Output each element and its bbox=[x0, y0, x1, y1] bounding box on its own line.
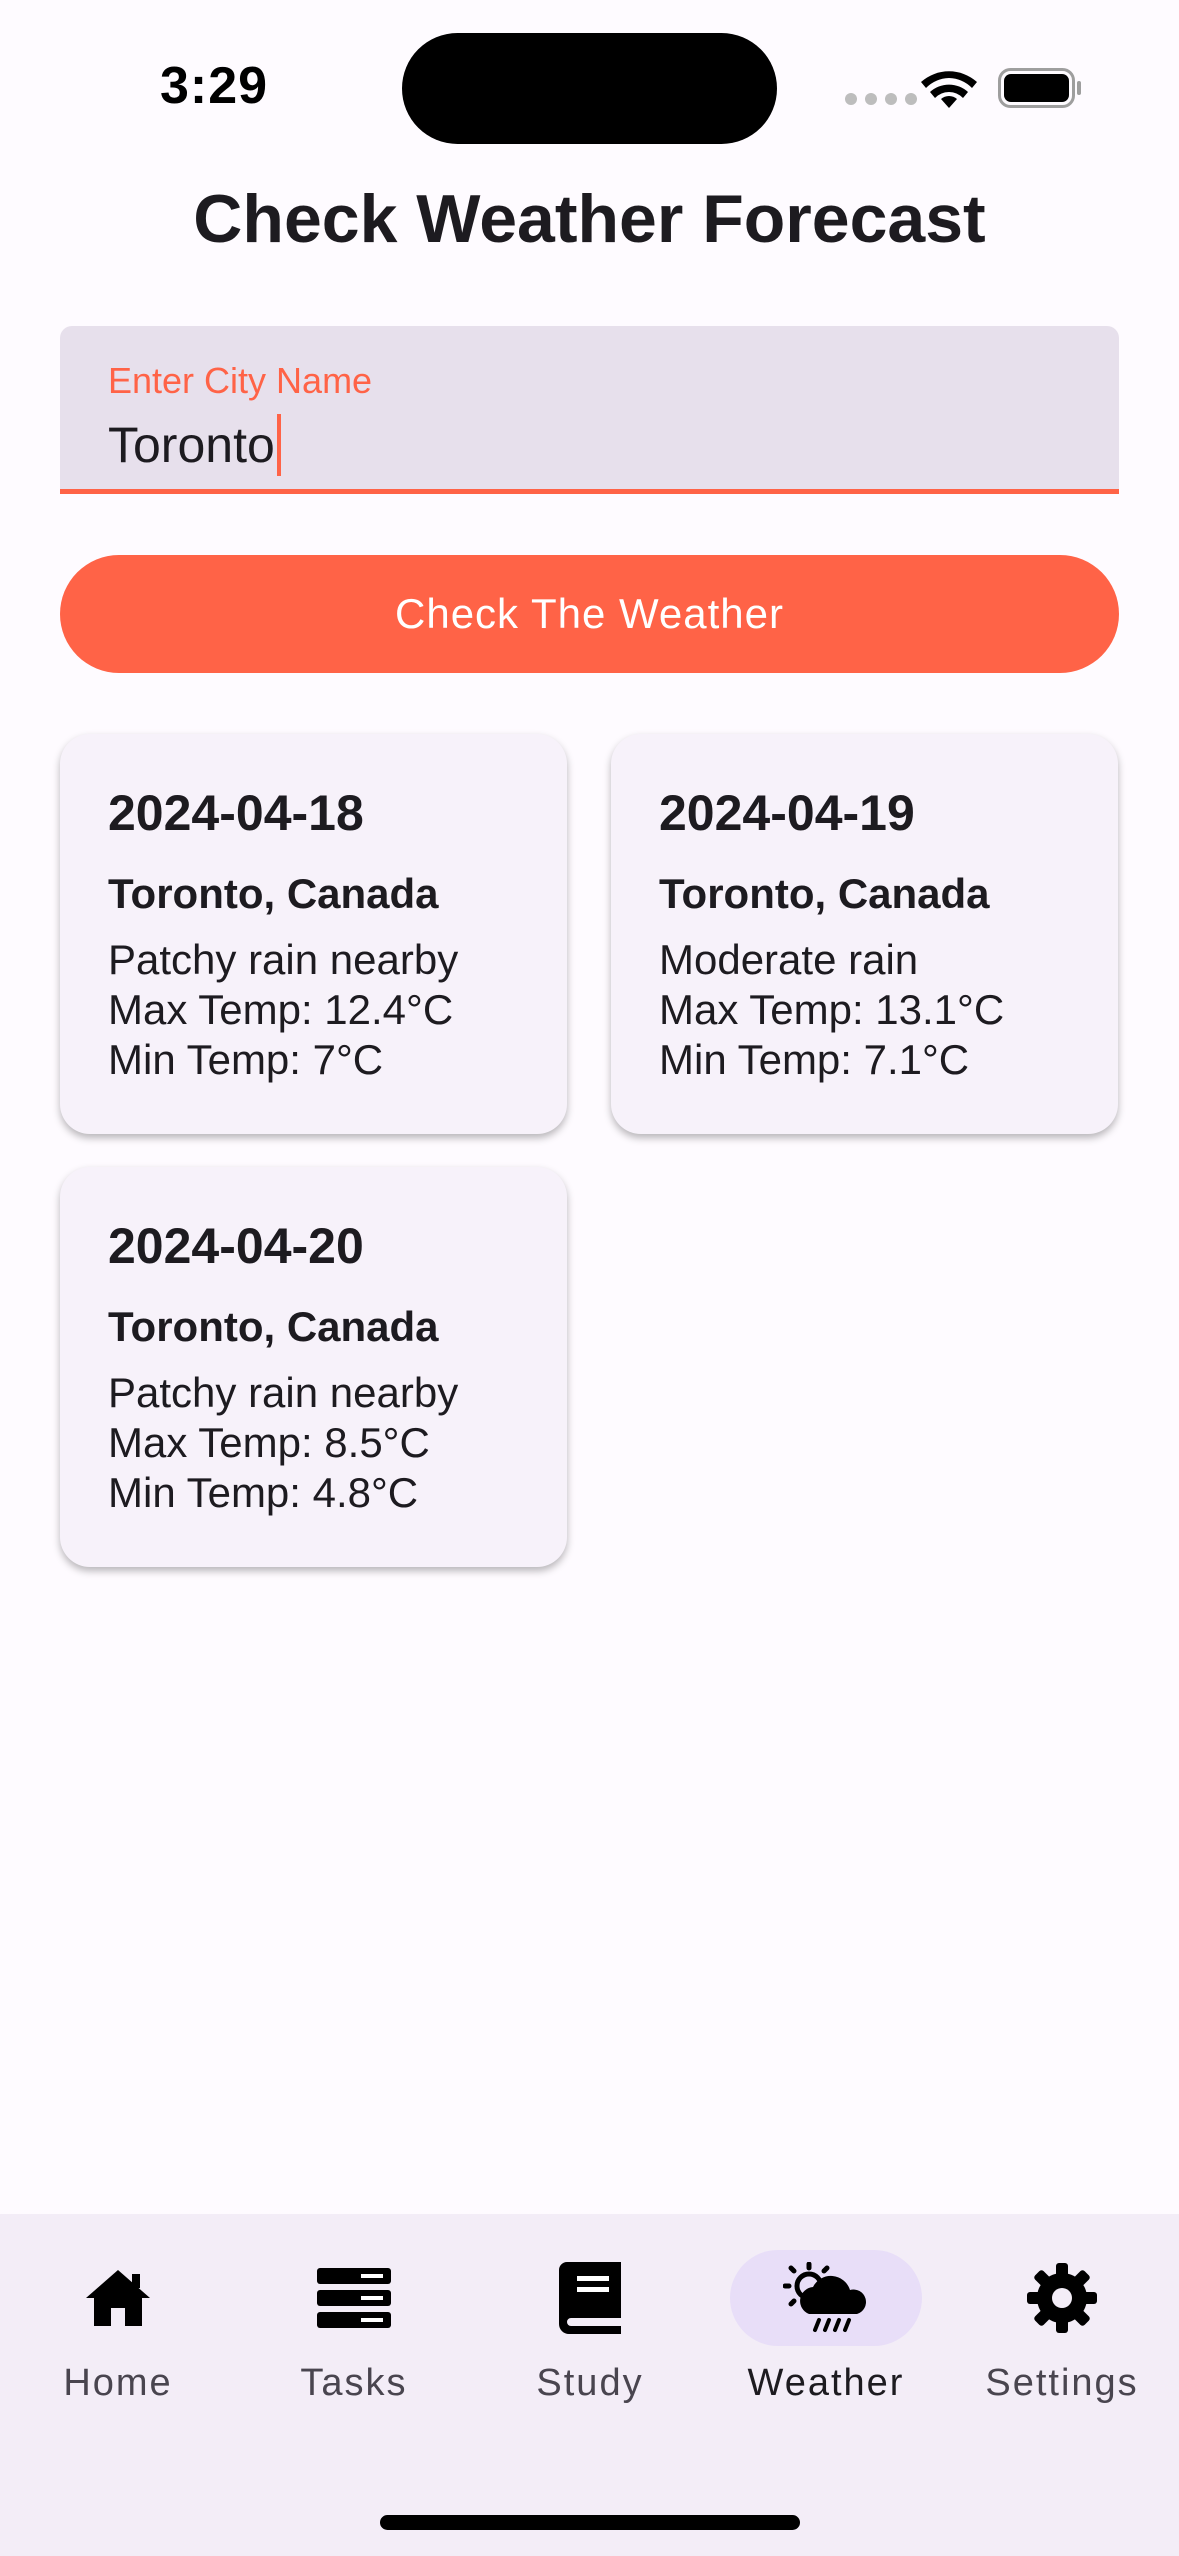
tasks-icon bbox=[317, 2268, 391, 2328]
city-name-input[interactable]: Toronto bbox=[108, 414, 281, 476]
nav-pill bbox=[966, 2250, 1158, 2346]
nav-item-weather[interactable]: Weather bbox=[708, 2214, 944, 2414]
page-title: Check Weather Forecast bbox=[193, 181, 986, 257]
forecast-max-temp: Max Temp: 12.4°C bbox=[108, 986, 454, 1033]
dynamic-island bbox=[402, 33, 777, 144]
nav-pill bbox=[494, 2250, 686, 2346]
nav-pill bbox=[22, 2250, 214, 2346]
forecast-card: 2024-04-19 Toronto, Canada Moderate rain… bbox=[611, 734, 1118, 1134]
forecast-location: Toronto, Canada bbox=[659, 870, 990, 917]
forecast-location: Toronto, Canada bbox=[108, 1303, 439, 1350]
forecast-min-temp: Min Temp: 7.1°C bbox=[659, 1036, 970, 1083]
city-name-label: Enter City Name bbox=[108, 360, 373, 401]
text-caret bbox=[276, 414, 281, 476]
nav-label: Study bbox=[536, 2362, 644, 2404]
cellular-signal-icon bbox=[845, 93, 917, 105]
forecast-condition: Moderate rain bbox=[659, 936, 919, 983]
wifi-icon bbox=[921, 71, 977, 108]
check-weather-button[interactable]: Check The Weather bbox=[60, 555, 1119, 673]
nav-pill-active bbox=[730, 2250, 922, 2346]
nav-label: Home bbox=[63, 2362, 173, 2404]
gear-icon bbox=[1027, 2263, 1097, 2333]
nav-label: Weather bbox=[747, 2362, 905, 2404]
forecast-min-temp: Min Temp: 4.8°C bbox=[108, 1469, 419, 1516]
nav-item-home[interactable]: Home bbox=[0, 2214, 236, 2414]
nav-item-study[interactable]: Study bbox=[472, 2214, 708, 2414]
weather-icon bbox=[783, 2262, 866, 2332]
battery-icon bbox=[998, 68, 1081, 108]
nav-item-tasks[interactable]: Tasks bbox=[236, 2214, 472, 2414]
forecast-date: 2024-04-18 bbox=[108, 785, 364, 841]
forecast-max-temp: Max Temp: 8.5°C bbox=[108, 1419, 430, 1466]
forecast-condition: Patchy rain nearby bbox=[108, 1369, 459, 1416]
nav-item-settings[interactable]: Settings bbox=[944, 2214, 1179, 2414]
bottom-navigation: Home Tasks Study Weather Settings bbox=[0, 2214, 1179, 2556]
forecast-card: 2024-04-18 Toronto, Canada Patchy rain n… bbox=[60, 734, 567, 1134]
city-name-value: Toronto bbox=[108, 417, 275, 473]
forecast-date: 2024-04-20 bbox=[108, 1218, 364, 1274]
nav-pill bbox=[258, 2250, 450, 2346]
nav-label: Settings bbox=[985, 2362, 1139, 2404]
forecast-condition: Patchy rain nearby bbox=[108, 936, 459, 983]
forecast-card: 2024-04-20 Toronto, Canada Patchy rain n… bbox=[60, 1167, 567, 1567]
forecast-max-temp: Max Temp: 13.1°C bbox=[659, 986, 1005, 1033]
nav-label: Tasks bbox=[300, 2362, 408, 2404]
forecast-date: 2024-04-19 bbox=[659, 785, 915, 841]
forecast-location: Toronto, Canada bbox=[108, 870, 439, 917]
home-icon bbox=[86, 2270, 150, 2326]
book-icon bbox=[559, 2262, 621, 2334]
weather-screen: 3:29 Check Weather Forecast Enter City N… bbox=[0, 0, 1179, 2556]
forecast-min-temp: Min Temp: 7°C bbox=[108, 1036, 384, 1083]
home-indicator[interactable] bbox=[380, 2515, 800, 2530]
status-time: 3:29 bbox=[160, 57, 269, 115]
city-name-field[interactable]: Enter City Name Toronto bbox=[60, 326, 1119, 494]
